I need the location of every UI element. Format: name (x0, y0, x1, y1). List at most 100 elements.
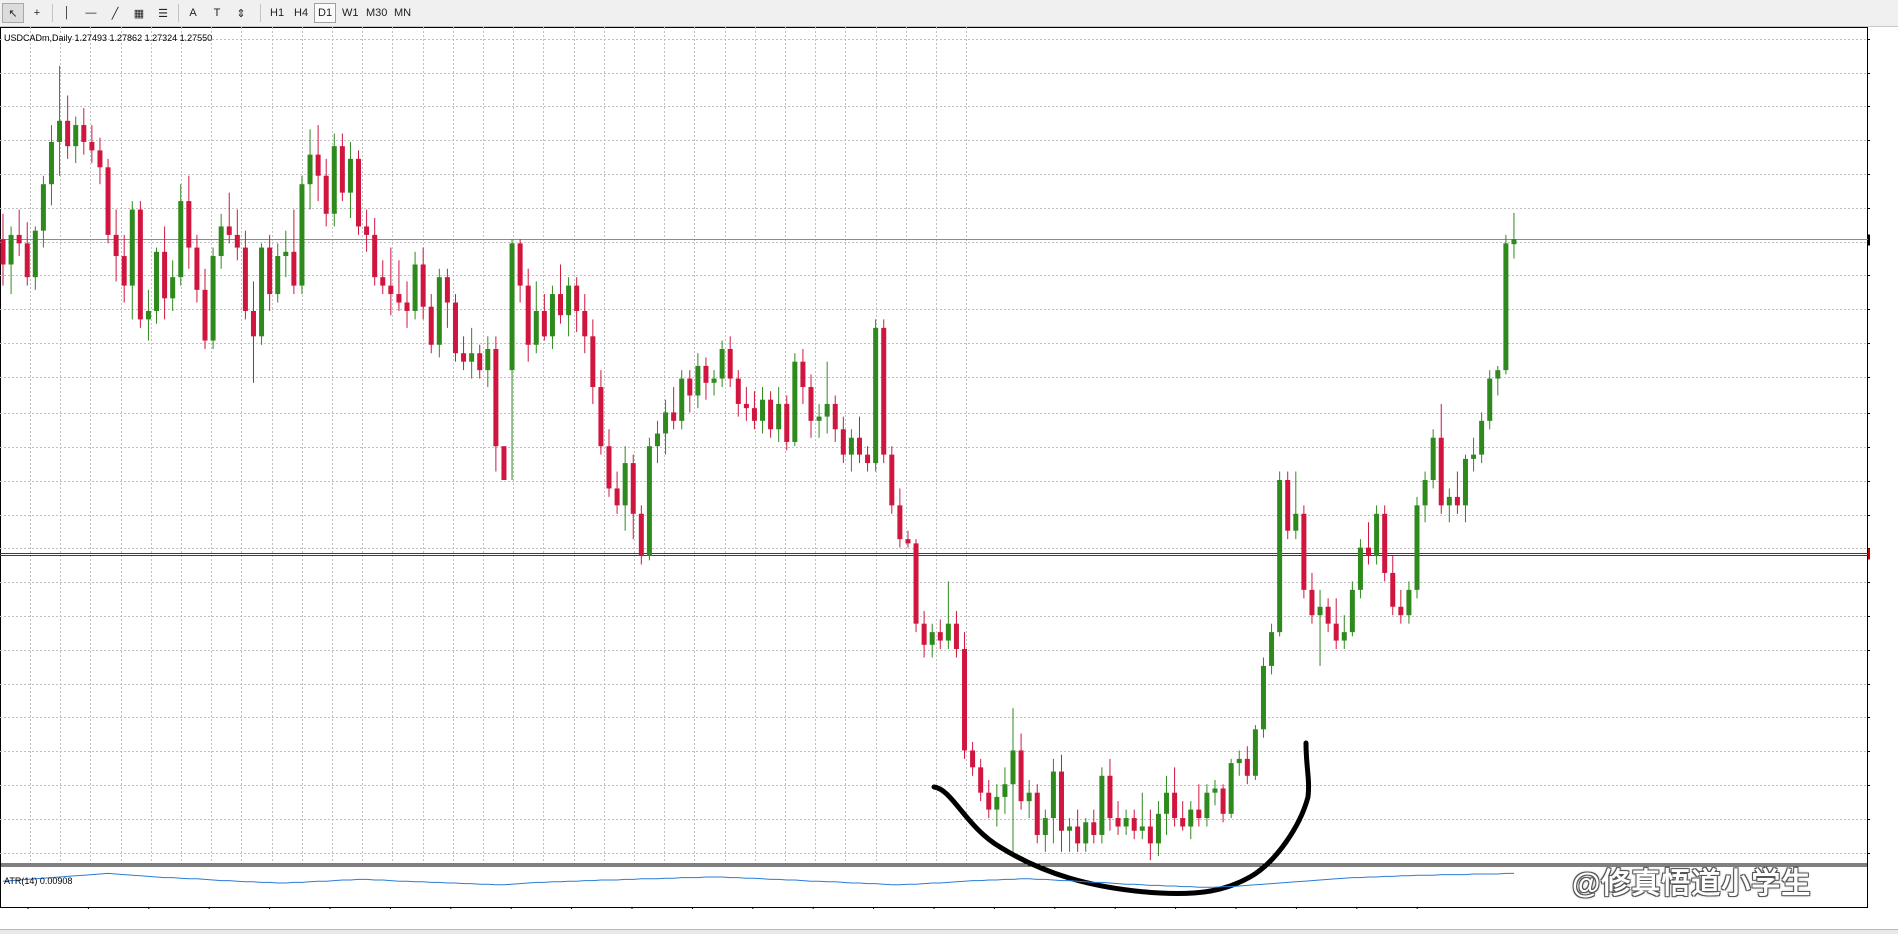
candle (687, 370, 693, 413)
timeframe-mn-button[interactable]: MN (390, 3, 415, 23)
candle-body (339, 146, 345, 193)
candle (347, 141, 353, 219)
fibonacci-tool-icon[interactable]: ☰ (152, 3, 174, 23)
timeframe-m30-button[interactable]: M30 (362, 3, 391, 23)
candle (1172, 767, 1178, 827)
candle (1010, 708, 1016, 852)
candle-body (1511, 239, 1517, 245)
candle (1357, 539, 1363, 599)
candle (865, 446, 871, 472)
candle-body (590, 336, 596, 388)
candle (1252, 725, 1258, 781)
candle-body (865, 454, 871, 464)
candle-body (1236, 758, 1242, 764)
candle-body (598, 387, 604, 447)
candle-body (614, 488, 620, 506)
candle (1099, 767, 1105, 844)
candle (372, 218, 378, 286)
candle (1155, 801, 1161, 857)
candle-body (654, 433, 660, 447)
candle-body (1010, 750, 1016, 785)
candle-body (1123, 818, 1129, 827)
candle-body (331, 146, 337, 214)
crosshair-tool-icon[interactable]: + (26, 3, 48, 23)
price-chart[interactable]: 1.29921.29521.29121.28721.28321.27921.27… (0, 27, 1870, 909)
candle (226, 192, 232, 244)
rounding-bottom-annotation[interactable] (931, 740, 1312, 896)
candle (679, 370, 685, 430)
horizontal-line-tool-icon[interactable]: — (80, 3, 102, 23)
timeframe-h4-button[interactable]: H4 (290, 3, 312, 23)
candle (81, 108, 87, 155)
timeframe-h1-button[interactable]: H1 (266, 3, 288, 23)
trendline-tool-icon[interactable]: ╱ (104, 3, 126, 23)
candle-body (48, 141, 54, 185)
candle-body (477, 353, 483, 371)
candle (622, 446, 628, 531)
chart-area[interactable]: 1.29921.29521.29121.28721.28321.27921.27… (0, 27, 1870, 909)
candle (1301, 505, 1307, 599)
candle (1115, 801, 1121, 835)
candle-body (913, 543, 919, 624)
candle-body (259, 247, 265, 337)
candle (121, 234, 127, 303)
candle-body (889, 454, 895, 506)
candle-body (137, 209, 143, 320)
candle (1075, 809, 1081, 852)
timeframe-d1-button[interactable]: D1 (314, 3, 337, 23)
candle-body (170, 277, 176, 299)
annotations[interactable] (931, 740, 1312, 896)
candle (242, 230, 248, 320)
candle (73, 116, 79, 164)
candle (1058, 754, 1064, 852)
candle (1414, 496, 1420, 599)
text-label-tool-icon[interactable]: T (206, 3, 228, 23)
candle (1131, 809, 1137, 840)
candle-body (848, 437, 854, 455)
cursor-tool-icon[interactable]: ↖ (2, 3, 24, 23)
candle (1164, 775, 1170, 835)
candle (768, 391, 774, 438)
candle (654, 420, 660, 464)
candle-body (16, 234, 22, 244)
candle (970, 741, 976, 776)
candle-body (234, 234, 240, 248)
candle (469, 327, 475, 379)
candle (832, 395, 838, 442)
candle-body (1285, 479, 1291, 531)
candle (978, 758, 984, 802)
text-tool-icon[interactable]: A (182, 3, 204, 23)
candle-body (452, 302, 458, 354)
candle-body (356, 158, 362, 227)
candle-body (1252, 729, 1258, 776)
candle-body (493, 348, 499, 447)
candle-body (1349, 589, 1355, 633)
candle-body (81, 125, 87, 142)
candle-body (1050, 771, 1056, 819)
candle-body (582, 310, 588, 337)
candle-body (1099, 775, 1105, 835)
candle-body (1414, 505, 1420, 590)
candle (388, 247, 394, 316)
candle-body (372, 234, 378, 278)
candle-body (953, 623, 959, 650)
arrows-tool-icon[interactable]: ⇕ (230, 3, 252, 23)
equidistant-channel-tool-icon[interactable]: ▦ (128, 3, 150, 23)
candle-body (145, 310, 151, 320)
price-axis: 1.29921.29521.29121.28721.28321.27921.27… (1868, 39, 1870, 854)
candle (1228, 758, 1234, 819)
candle (1034, 784, 1040, 844)
candle-body (404, 302, 410, 311)
candle-body (630, 463, 636, 514)
candle (1406, 581, 1412, 624)
candle-body (97, 150, 103, 168)
candle (1123, 809, 1129, 835)
chart-tabs-bar[interactable] (0, 929, 1898, 934)
candle (953, 610, 959, 658)
candle-body (218, 226, 224, 257)
candle-body (1196, 809, 1202, 819)
chart-toolbar: ↖ + │ — ╱ ▦ ☰ A T ⇕ H1 H4 D1 W1 M30 MN (0, 0, 1898, 27)
timeframe-w1-button[interactable]: W1 (338, 3, 363, 23)
candle (420, 247, 426, 320)
vertical-line-tool-icon[interactable]: │ (56, 3, 78, 23)
